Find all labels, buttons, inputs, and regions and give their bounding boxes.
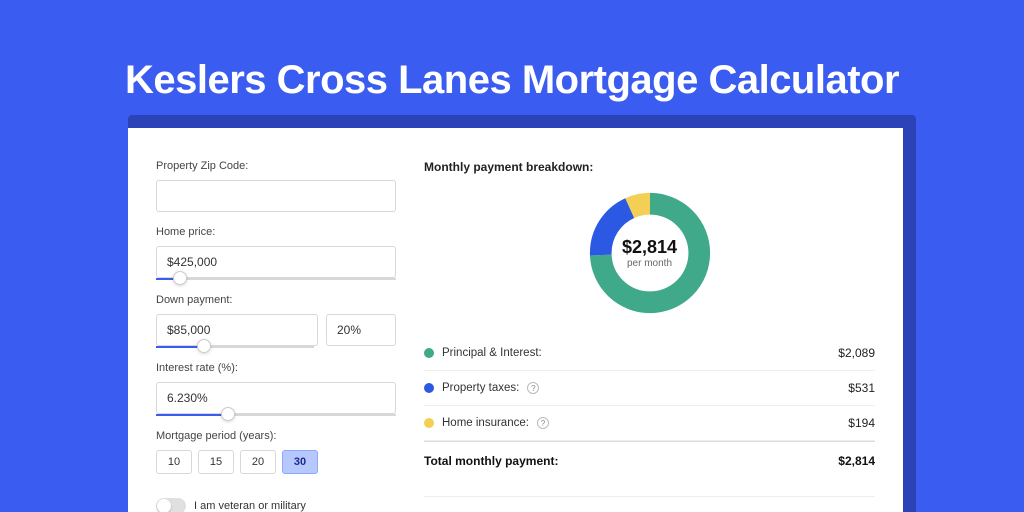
veteran-label: I am veteran or military bbox=[194, 500, 306, 512]
home-price-input[interactable] bbox=[156, 246, 396, 278]
amortization-title: Amortization for mortgage loan bbox=[424, 496, 875, 512]
dot-blue-icon bbox=[424, 383, 434, 393]
veteran-toggle-row: I am veteran or military bbox=[156, 498, 396, 512]
ins-label: Home insurance: bbox=[442, 417, 529, 429]
dot-yellow-icon bbox=[424, 418, 434, 428]
down-payment-percent-input[interactable] bbox=[326, 314, 396, 346]
home-price-block: Home price: bbox=[156, 226, 396, 280]
breakdown-column: Monthly payment breakdown: $2,814 per mo… bbox=[424, 160, 875, 512]
row-total: Total monthly payment: $2,814 bbox=[424, 441, 875, 482]
period-15[interactable]: 15 bbox=[198, 450, 234, 474]
page-title: Keslers Cross Lanes Mortgage Calculator bbox=[0, 0, 1024, 103]
period-30[interactable]: 30 bbox=[282, 450, 318, 474]
pi-value: $2,089 bbox=[838, 346, 875, 360]
interest-block: Interest rate (%): bbox=[156, 362, 396, 416]
row-home-insurance: Home insurance: ? $194 bbox=[424, 406, 875, 441]
interest-input[interactable] bbox=[156, 382, 396, 414]
zip-input[interactable] bbox=[156, 180, 396, 212]
row-property-taxes: Property taxes: ? $531 bbox=[424, 371, 875, 406]
zip-label: Property Zip Code: bbox=[156, 160, 396, 172]
tax-value: $531 bbox=[848, 381, 875, 395]
row-principal-interest: Principal & Interest: $2,089 bbox=[424, 336, 875, 371]
calculator-panel: Property Zip Code: Home price: Down paym… bbox=[128, 128, 903, 512]
home-price-label: Home price: bbox=[156, 226, 396, 238]
down-payment-label: Down payment: bbox=[156, 294, 396, 306]
donut-chart: $2,814 per month bbox=[585, 188, 715, 318]
down-payment-slider[interactable] bbox=[156, 346, 314, 348]
down-payment-block: Down payment: bbox=[156, 294, 396, 348]
interest-slider[interactable] bbox=[156, 414, 396, 416]
interest-slider-handle[interactable] bbox=[221, 407, 235, 421]
down-payment-slider-handle[interactable] bbox=[197, 339, 211, 353]
interest-label: Interest rate (%): bbox=[156, 362, 396, 374]
veteran-toggle-knob bbox=[157, 499, 171, 512]
page-background: Keslers Cross Lanes Mortgage Calculator … bbox=[0, 0, 1024, 512]
home-price-slider-handle[interactable] bbox=[173, 271, 187, 285]
total-value: $2,814 bbox=[838, 454, 875, 468]
pi-label: Principal & Interest: bbox=[442, 347, 542, 359]
period-10[interactable]: 10 bbox=[156, 450, 192, 474]
tax-label: Property taxes: bbox=[442, 382, 519, 394]
breakdown-title: Monthly payment breakdown: bbox=[424, 160, 875, 174]
donut-amount: $2,814 bbox=[622, 237, 677, 258]
period-20[interactable]: 20 bbox=[240, 450, 276, 474]
donut-center: $2,814 per month bbox=[622, 237, 677, 269]
ins-value: $194 bbox=[848, 416, 875, 430]
donut-sub: per month bbox=[622, 258, 677, 269]
period-label: Mortgage period (years): bbox=[156, 430, 396, 442]
home-price-slider[interactable] bbox=[156, 278, 396, 280]
veteran-toggle[interactable] bbox=[156, 498, 186, 512]
info-icon[interactable]: ? bbox=[537, 417, 549, 429]
form-column: Property Zip Code: Home price: Down paym… bbox=[156, 160, 396, 512]
zip-field-block: Property Zip Code: bbox=[156, 160, 396, 212]
donut-chart-wrap: $2,814 per month bbox=[424, 188, 875, 318]
period-block: Mortgage period (years): 10 15 20 30 bbox=[156, 430, 396, 474]
period-options: 10 15 20 30 bbox=[156, 450, 396, 474]
down-payment-input[interactable] bbox=[156, 314, 318, 346]
total-label: Total monthly payment: bbox=[424, 454, 558, 468]
info-icon[interactable]: ? bbox=[527, 382, 539, 394]
dot-green-icon bbox=[424, 348, 434, 358]
